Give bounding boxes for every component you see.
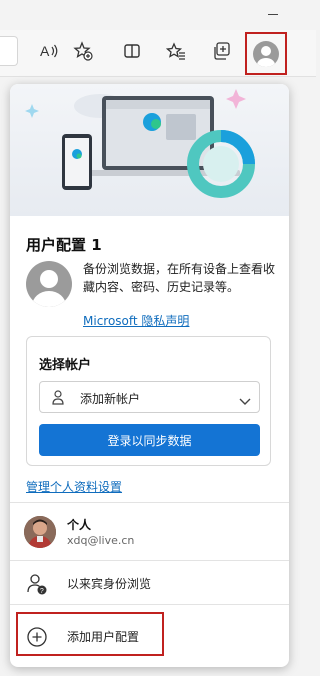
minimize-icon[interactable] xyxy=(268,14,278,15)
add-profile-highlight xyxy=(16,612,164,656)
profile-title: 用户配置 1 xyxy=(26,236,102,254)
other-profile-email: xdq@live.cn xyxy=(67,534,135,547)
other-profile-name[interactable]: 个人 xyxy=(67,516,91,533)
svg-text:A: A xyxy=(40,43,50,59)
account-box: 选择帐户 添加新帐户 登录以同步数据 xyxy=(26,336,271,466)
privacy-statement-link[interactable]: Microsoft 隐私声明 xyxy=(83,312,189,329)
divider xyxy=(10,560,289,561)
profile-button[interactable] xyxy=(245,32,287,75)
person-icon xyxy=(50,389,66,409)
profile-avatar xyxy=(26,261,72,307)
other-profile-avatar[interactable] xyxy=(24,516,56,548)
manage-profile-settings-link[interactable]: 管理个人资料设置 xyxy=(26,478,122,495)
read-aloud-icon[interactable]: A xyxy=(38,40,60,62)
chevron-down-icon xyxy=(239,392,251,411)
account-select[interactable]: 添加新帐户 xyxy=(39,381,260,413)
sign-in-sync-button[interactable]: 登录以同步数据 xyxy=(39,424,260,456)
account-select-value: 添加新帐户 xyxy=(80,392,141,406)
backup-description: 备份浏览数据，在所有设备上查看收藏内容、密码、历史记录等。 xyxy=(83,262,276,294)
guest-icon: ? xyxy=(26,573,48,599)
title-bar xyxy=(0,0,316,30)
add-favorite-icon[interactable] xyxy=(72,40,94,62)
favorites-icon[interactable] xyxy=(165,40,187,62)
svg-text:?: ? xyxy=(40,588,44,595)
profile-flyout: 用户配置 1 备份浏览数据，在所有设备上查看收藏内容、密码、历史记录等。 Mic… xyxy=(10,84,289,667)
split-screen-icon[interactable] xyxy=(121,40,143,62)
divider xyxy=(10,604,289,605)
divider xyxy=(10,502,289,503)
hero-art xyxy=(25,89,255,198)
browse-as-guest-item[interactable]: ? 以来宾身份浏览 xyxy=(10,563,289,603)
choose-account-heading: 选择帐户 xyxy=(39,358,92,373)
hero-illustration xyxy=(10,84,289,216)
browse-as-guest-label: 以来宾身份浏览 xyxy=(67,577,152,591)
profile-icon xyxy=(253,40,279,67)
collections-icon[interactable] xyxy=(211,40,233,62)
address-bar[interactable] xyxy=(0,36,18,66)
